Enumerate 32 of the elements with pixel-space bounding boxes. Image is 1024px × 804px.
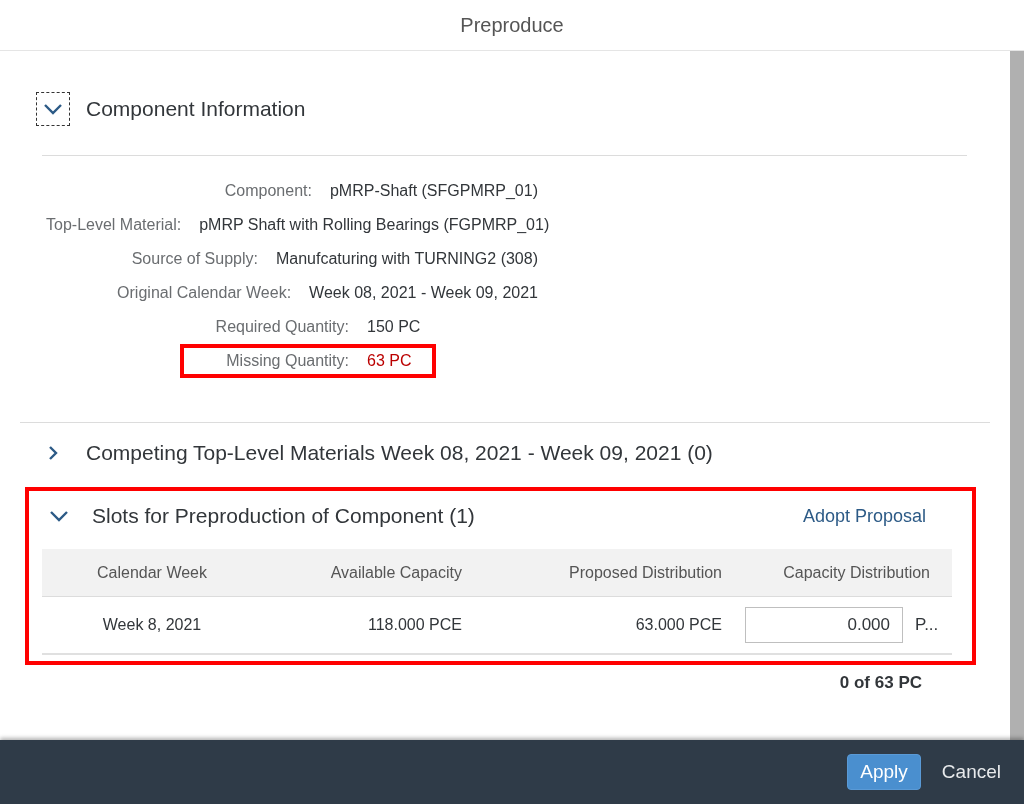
table-cell-text: 118.000 PCE [367, 616, 463, 634]
field-value: 63 PC [367, 352, 412, 370]
capacity-input-field[interactable]: 0.000 [745, 607, 903, 643]
total-quantity: 0 of 63 PC [839, 673, 922, 693]
column-header: Available Capacity [329, 563, 463, 582]
field-value: pMRP-Shaft (SFGPMRP_01) [329, 182, 538, 200]
table-cell-text: 63.000 PCE [634, 616, 723, 634]
section-title: Slots for Preproduction of Component (1) [92, 504, 475, 528]
table-cell-text: Week 8, 2021 [101, 616, 203, 634]
dialog-title: Preproduce [460, 13, 564, 37]
collapse-button[interactable] [36, 92, 70, 126]
field-value: Manufcaturing with TURNING2 (308) [275, 250, 538, 268]
adopt-proposal-link[interactable]: Adopt Proposal [802, 505, 926, 527]
field-label: Required Quantity: [214, 318, 349, 336]
section-title: Competing Top-Level Materials Week 08, 2021 - Week 09, 2021 (0) [86, 441, 713, 465]
unit-text: P... [915, 615, 939, 635]
field-value: 150 PC [367, 318, 421, 336]
chevron-down-icon [43, 103, 63, 115]
field-label: Missing Quantity: [225, 352, 349, 370]
section-title: Component Information [86, 97, 306, 121]
footer-button[interactable]: Cancel [928, 754, 1014, 790]
column-header: Capacity Distribution [782, 563, 931, 582]
field-label: Top-Level Material: [46, 216, 182, 234]
field-value: pMRP Shaft with Rolling Bearings (FGPMRP_01) [199, 216, 550, 234]
column-header: Calendar Week [96, 563, 208, 582]
field-label: Original Calendar Week: [116, 284, 292, 302]
field-label: Component: [223, 182, 312, 200]
chevron-down-icon [49, 510, 69, 522]
field-label: Source of Supply: [130, 250, 258, 268]
column-header: Proposed Distribution [568, 563, 723, 582]
scrollbar[interactable] [1010, 51, 1024, 740]
field-value: Week 08, 2021 - Week 09, 2021 [309, 284, 538, 302]
